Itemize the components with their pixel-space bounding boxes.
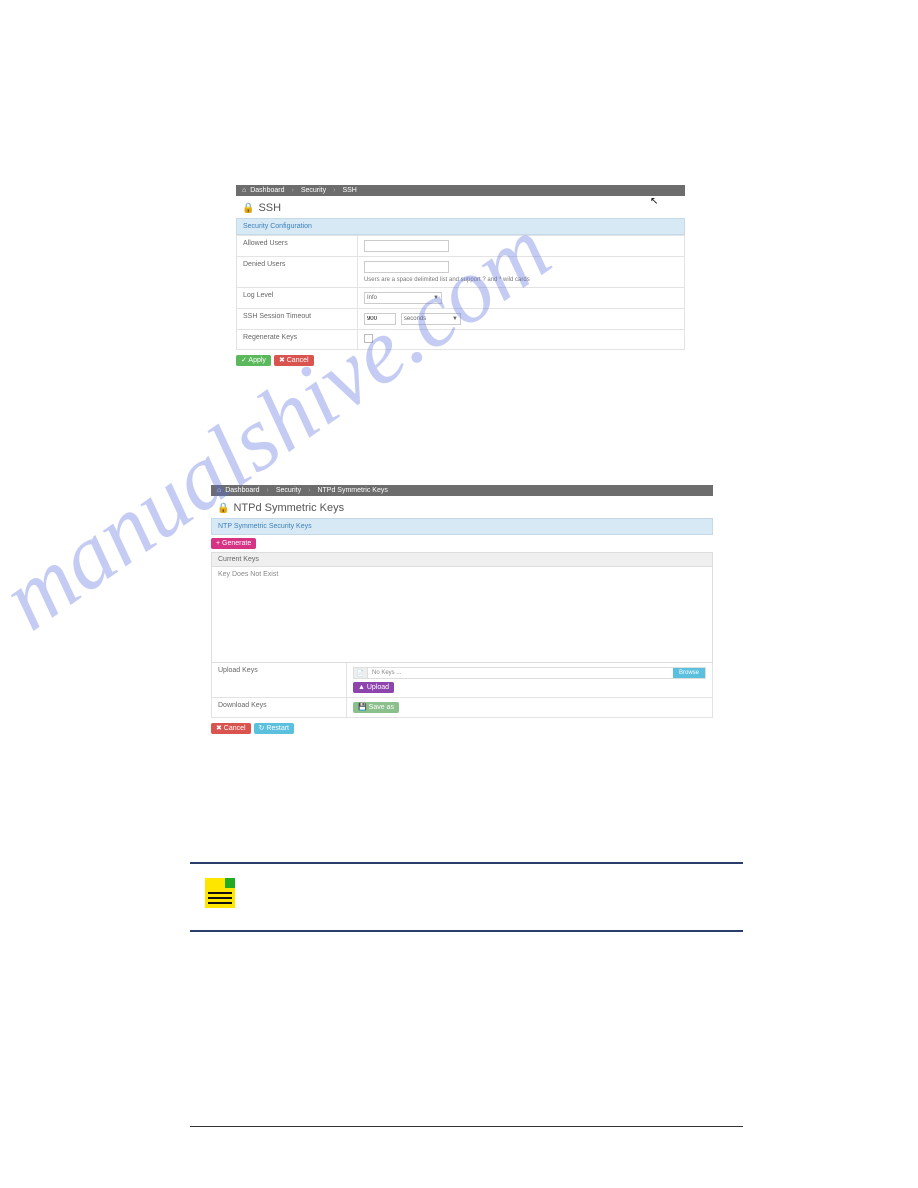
log-level-select[interactable]: Info ▼	[364, 292, 442, 304]
download-row: Download Keys 💾 Save as	[211, 698, 713, 718]
crumb-home[interactable]: Dashboard	[250, 187, 284, 194]
generate-button[interactable]: + Generate	[211, 538, 256, 549]
chevron-down-icon: ▼	[452, 316, 458, 322]
file-input[interactable]: 📄 No Keys ... Browse	[353, 667, 706, 679]
saveas-button[interactable]: 💾 Save as	[353, 702, 399, 713]
denied-users-input[interactable]	[364, 261, 449, 273]
crumb-security[interactable]: Security	[276, 487, 301, 494]
form-table: Allowed Users Denied Users Users are a s…	[236, 235, 685, 350]
timeout-unit-select[interactable]: seconds ▼	[401, 313, 461, 325]
title-text: NTPd Symmetric Keys	[233, 502, 344, 514]
divider	[190, 930, 743, 932]
label-regenerate: Regenerate Keys	[237, 330, 358, 350]
current-keys-box: Current Keys Key Does Not Exist	[211, 552, 713, 663]
current-keys-header: Current Keys	[212, 553, 712, 567]
breadcrumb: ⌂ Dashboard › Security › NTPd Symmetric …	[211, 485, 713, 496]
crumb-page: SSH	[342, 187, 356, 194]
home-icon: ⌂	[217, 487, 221, 494]
help-text: Users are a space delimited list and sup…	[364, 277, 678, 283]
crumb-sep: ›	[266, 487, 268, 494]
home-icon: ⌂	[242, 187, 246, 194]
label-allowed-users: Allowed Users	[237, 236, 358, 257]
cancel-button[interactable]: ✖ Cancel	[211, 723, 251, 734]
divider	[190, 862, 743, 864]
label-log-level: Log Level	[237, 288, 358, 309]
page-title: 🔒 SSH	[236, 196, 685, 218]
upload-button[interactable]: ▲ Upload	[353, 682, 394, 693]
upload-row: Upload Keys 📄 No Keys ... Browse ▲ Uploa…	[211, 663, 713, 698]
label-timeout: SSH Session Timeout	[237, 309, 358, 330]
label-denied-users: Denied Users	[237, 257, 358, 288]
keys-area: Key Does Not Exist	[212, 567, 712, 662]
lock-icon: 🔒	[242, 203, 254, 214]
restart-button[interactable]: ↻ Restart	[254, 723, 294, 734]
upload-label: Upload Keys	[212, 663, 347, 697]
regenerate-checkbox[interactable]	[364, 334, 373, 343]
crumb-home[interactable]: Dashboard	[225, 487, 259, 494]
ntpd-panel: ⌂ Dashboard › Security › NTPd Symmetric …	[211, 485, 713, 734]
chevron-down-icon: ▼	[433, 295, 439, 301]
footer	[190, 1126, 743, 1133]
ssh-panel: ⌂ Dashboard › Security › SSH ↖ 🔒 SSH Sec…	[236, 185, 685, 366]
file-name: No Keys ...	[368, 670, 673, 676]
file-icon: 📄	[354, 668, 368, 678]
crumb-security[interactable]: Security	[301, 187, 326, 194]
title-text: SSH	[258, 202, 281, 214]
cursor-icon: ↖	[650, 196, 658, 207]
page-title: 🔒 NTPd Symmetric Keys	[211, 496, 713, 518]
crumb-sep: ›	[308, 487, 310, 494]
section-header: Security Configuration	[236, 218, 685, 235]
download-label: Download Keys	[212, 698, 347, 717]
crumb-sep: ›	[291, 187, 293, 194]
crumb-page: NTPd Symmetric Keys	[317, 487, 387, 494]
log-level-value: Info	[367, 295, 377, 301]
breadcrumb: ⌂ Dashboard › Security › SSH	[236, 185, 685, 196]
crumb-sep: ›	[333, 187, 335, 194]
browse-button[interactable]: Browse	[673, 668, 705, 678]
timeout-input[interactable]	[364, 313, 396, 325]
lock-icon: 🔒	[217, 503, 229, 514]
timeout-unit-value: seconds	[404, 316, 426, 322]
note-icon	[205, 878, 235, 908]
section-header: NTP Symmetric Security Keys	[211, 518, 713, 535]
cancel-button[interactable]: ✖ Cancel	[274, 355, 314, 366]
apply-button[interactable]: ✓ Apply	[236, 355, 271, 366]
allowed-users-input[interactable]	[364, 240, 449, 252]
